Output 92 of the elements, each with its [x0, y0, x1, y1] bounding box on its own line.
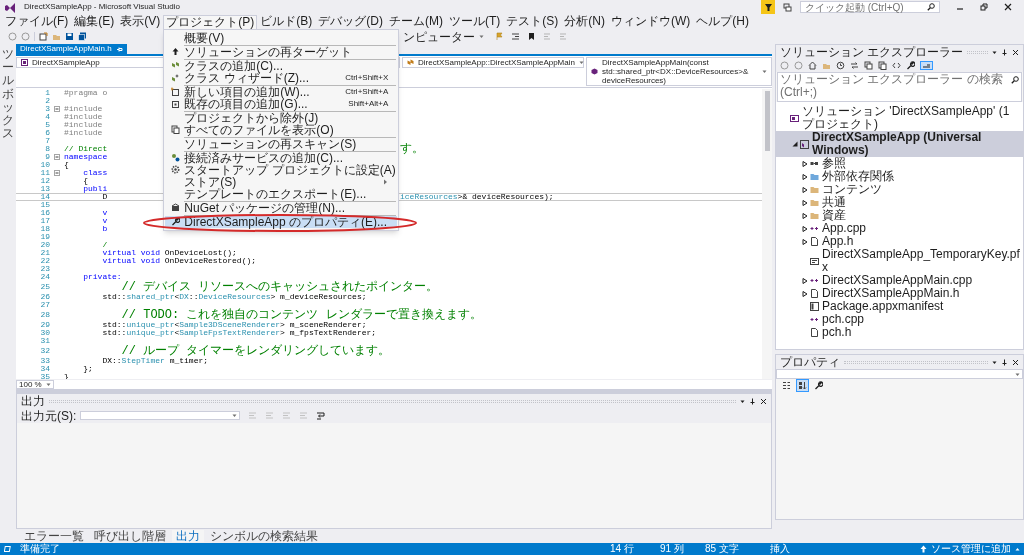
line-number: 4	[44, 113, 50, 121]
line-number: 34	[39, 365, 50, 373]
line-number: 10	[39, 161, 50, 169]
line-number: 7	[44, 137, 50, 145]
item-label: 外部依存関係	[822, 170, 894, 183]
panel-title: プロパティ	[780, 356, 840, 368]
field-label: 出力元(S):	[21, 409, 77, 422]
code-line: v	[101, 217, 108, 225]
code-line: private:	[82, 273, 122, 281]
shortcut-label: Shift+Alt+A	[348, 99, 389, 108]
item-label: ソリューション 'DirectXSampleApp' (1 プロジェクト)	[802, 105, 1011, 131]
item-label: DirectXSampleApp (Universal Windows)	[812, 131, 983, 157]
line-number: 8	[44, 145, 50, 153]
panel-title: ソリューション エクスプローラー	[780, 46, 964, 58]
code-line: std::unique_ptr<SampleFpsTextRenderer> m_fpsTextRenderer;	[101, 329, 377, 337]
line-number: 13	[39, 185, 50, 193]
line-number: 24	[39, 273, 50, 281]
code-line: #include	[64, 129, 103, 137]
line-number: 22	[39, 257, 50, 265]
line-number: 11	[39, 169, 50, 177]
line-number: 23	[39, 265, 50, 273]
item-label: DirectXSampleApp_TemporaryKey.pfx	[822, 248, 1021, 274]
line-number: 33	[39, 357, 50, 365]
code-line: /	[101, 241, 108, 249]
code-line: namespace	[64, 153, 108, 161]
status-text: 14 行	[610, 544, 635, 554]
line-number: 28	[39, 311, 50, 319]
line-number: 12	[39, 177, 50, 185]
line-number: 32	[39, 347, 50, 355]
code-line: // デバイス リソースへのキャッシュされたポインター。	[120, 281, 439, 293]
code-line: {	[82, 177, 88, 185]
code-line: v	[101, 209, 108, 217]
status-text: 91 列	[660, 544, 685, 554]
line-number: 1	[44, 89, 50, 97]
line-number: 15	[39, 201, 50, 209]
code-line: #include	[64, 113, 103, 121]
code-line: // Direct	[64, 145, 108, 153]
code-line: virtual void OnDeviceLost();	[101, 249, 237, 257]
line-number: 18	[39, 225, 50, 233]
line-number: 35	[39, 373, 50, 381]
code-line: virtual void OnDeviceRestored();	[101, 257, 257, 265]
code-line: {	[64, 161, 69, 169]
line-number: 20	[39, 241, 50, 249]
panel-title: 出力	[21, 395, 45, 407]
line-number: 5	[44, 121, 50, 129]
line-number: 3	[44, 105, 50, 113]
status-text: 85 文字	[705, 544, 740, 554]
code-line: DX::StepTimer m_timer;	[101, 357, 209, 365]
code-line: std::shared_ptr<DX::DeviceResources> m_deviceResources;	[101, 293, 367, 301]
line-number: 21	[39, 249, 50, 257]
line-number: 30	[39, 329, 50, 337]
line-number: 29	[39, 321, 50, 329]
code-line: #include	[64, 121, 103, 129]
line-number: 6	[44, 129, 50, 137]
status-text: 挿入	[770, 544, 791, 554]
item-label: DirectXSampleAppMain.cpp	[822, 274, 973, 287]
code-line: D	[102, 193, 108, 201]
shortcut-label: Ctrl+Shift+A	[345, 87, 389, 96]
code-line: #pragma o	[64, 89, 108, 97]
code-line: す。	[400, 143, 424, 155]
code-line: iceResources>& deviceResources);	[400, 193, 554, 201]
code-line: // ループ タイマーをレンダリングしています。	[120, 345, 391, 357]
window-title: DirectXSampleApp - Microsoft Visual Studio	[24, 1, 180, 13]
code-line: std::unique_ptr<Sample3DSceneRenderer> m_sceneRenderer;	[101, 321, 367, 329]
item-label: 参照	[822, 157, 846, 170]
item-label: コンテンツ	[822, 183, 882, 196]
line-number: 17	[39, 217, 50, 225]
line-number: 9	[44, 153, 50, 161]
code-line: #include	[64, 105, 103, 113]
code-line: };	[82, 365, 93, 373]
item-label: 資産	[822, 209, 846, 222]
line-number: 2	[44, 97, 50, 105]
item-label: pch.cpp	[822, 313, 865, 326]
code-line: class	[82, 169, 108, 177]
line-number: 27	[39, 301, 50, 309]
line-number: 19	[39, 233, 50, 241]
item-label: 共通	[822, 196, 846, 209]
line-number: 16	[39, 209, 50, 217]
line-number: 26	[39, 293, 50, 301]
item-label: pch.h	[822, 326, 852, 339]
line-number: 31	[39, 337, 50, 345]
code-line: publi	[82, 185, 108, 193]
shortcut-label: Ctrl+Shift+X	[345, 73, 389, 82]
line-number: 25	[39, 283, 50, 291]
item-label: App.h	[822, 235, 854, 248]
code-line: b	[101, 225, 108, 233]
item-label: Package.appxmanifest	[822, 300, 944, 313]
item-label: DirectXSampleAppMain.h	[822, 287, 960, 300]
line-number: 14	[39, 193, 50, 201]
item-label: App.cpp	[822, 222, 867, 235]
status-text: 準備完了	[20, 544, 60, 554]
code-line: // TODO: これを独自のコンテンツ レンダラーで置き換えます。	[120, 309, 482, 321]
